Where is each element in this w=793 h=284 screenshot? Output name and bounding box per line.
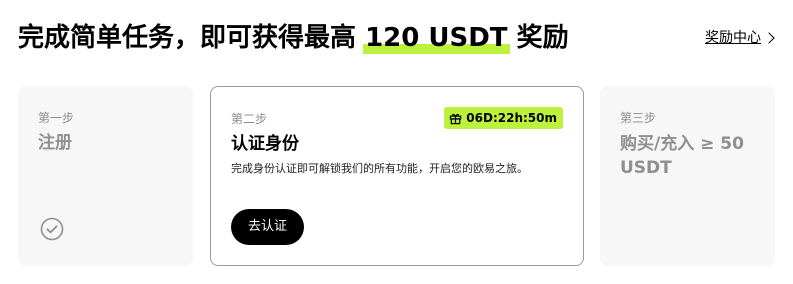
step-card-deposit: 第三步 购买/充入 ≥ 50 USDT	[600, 86, 775, 266]
step-title: 认证身份	[231, 134, 299, 154]
step-title: 注册	[38, 133, 72, 153]
step-description: 完成身份认证即可解锁我们的所有功能，开启您的欧易之旅。	[231, 162, 528, 175]
verify-button[interactable]: 去认证	[231, 209, 305, 245]
check-circle-icon	[40, 217, 64, 241]
countdown-text: 06D:22h:50m	[466, 111, 557, 125]
page-header: 完成简单任务，即可获得最高 120 USDT 奖励 奖励中心	[18, 20, 775, 56]
gift-icon	[450, 113, 462, 124]
countdown-badge: 06D:22h:50m	[444, 107, 563, 129]
step-label: 第一步	[38, 111, 75, 125]
title-highlight-text: 120 USDT	[365, 23, 508, 53]
reward-center-label: 奖励中心	[705, 30, 761, 46]
step-card-verify: 第二步 06D:22h:50m 认证身份 完成身份认证即可解锁我们的所有功能，开…	[210, 86, 584, 266]
step-card-register: 第一步 注册	[18, 86, 193, 266]
step-title: 购买/充入 ≥ 50 USDT	[620, 134, 744, 178]
title-highlight: 120 USDT	[363, 20, 511, 56]
page-title: 完成简单任务，即可获得最高 120 USDT 奖励	[18, 20, 775, 56]
chevron-right-icon	[763, 32, 775, 44]
title-suffix: 奖励	[507, 23, 569, 53]
reward-center-link[interactable]: 奖励中心	[705, 26, 775, 50]
step-label: 第二步	[231, 112, 268, 126]
step-label: 第三步	[620, 111, 657, 125]
title-prefix: 完成简单任务，即可获得最高	[18, 23, 366, 53]
